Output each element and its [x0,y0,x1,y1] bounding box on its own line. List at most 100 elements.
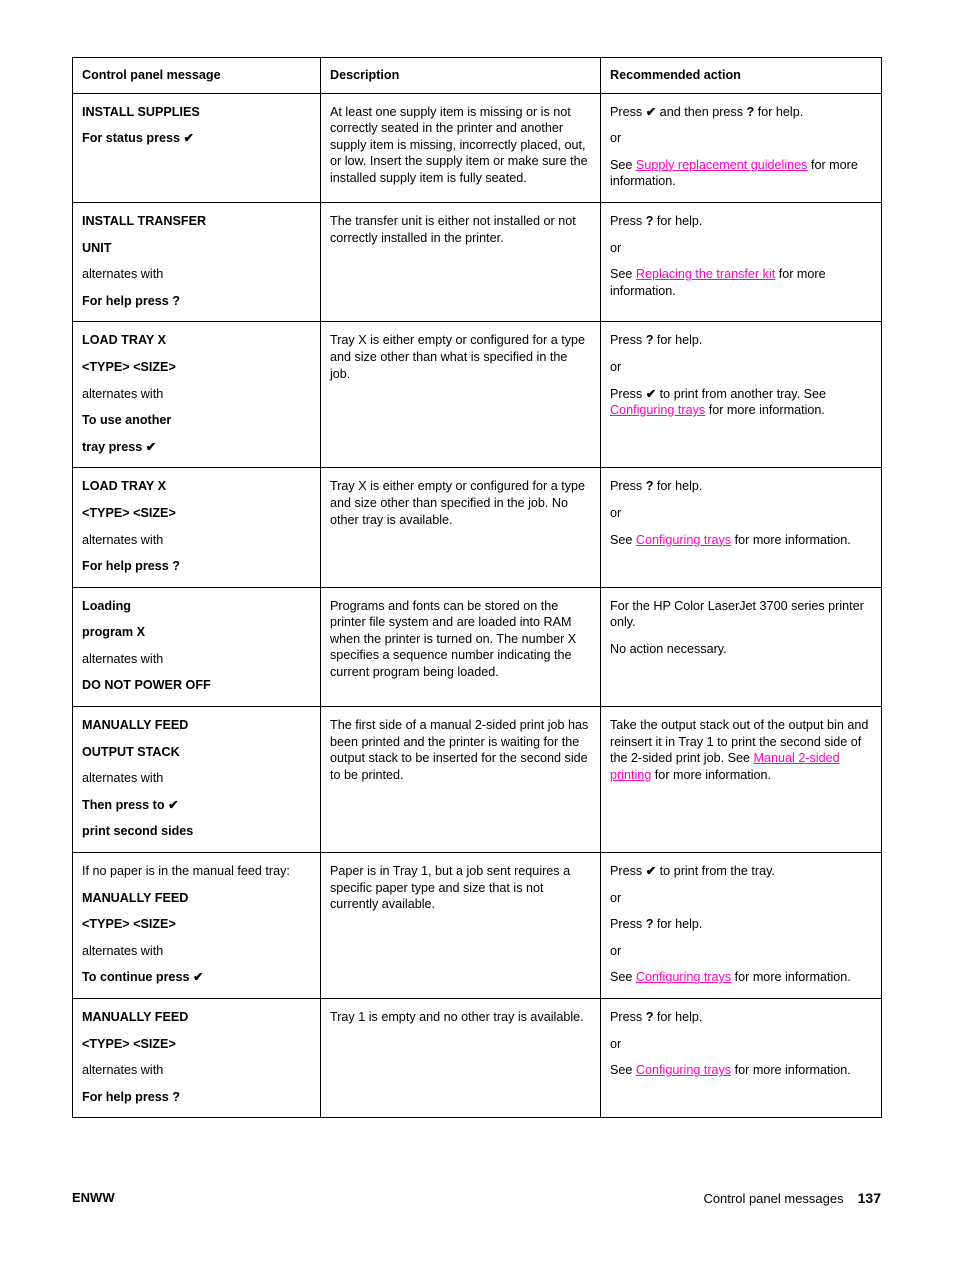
cross-reference-link[interactable]: Replacing the transfer kit [636,267,775,281]
cell-recommended-action: Press ✔ and then press ? for help. or See … [600,92,882,203]
page-footer: ENWW Control panel messages 137 [72,1190,881,1210]
table-row: If no paper is in the manual feed tray: M… [72,852,882,999]
footer-right-group: Control panel messages 137 [703,1190,881,1206]
alternates-label: alternates with [82,532,164,547]
help-question-icon: ? [746,104,755,119]
checkmark-icon: ✔ [168,797,179,812]
checkmark-icon: ✔ [193,970,204,985]
action-or-separator: or [610,240,622,255]
message-line: <TYPE> <SIZE> [82,359,176,374]
cell-description: Tray X is either empty or configured for… [320,467,601,588]
message-line: MANUALLY FEED [82,718,189,733]
table-header: Control panel message Description Recomm… [72,57,882,94]
cell-control-panel-message: LOAD TRAY X <TYPE> <SIZE> alternates with T… [72,321,321,469]
cross-reference-link[interactable]: Configuring trays [636,1063,731,1077]
message-line: INSTALL SUPPLIES [82,104,200,119]
action-paragraph: Press ? for help. [610,333,703,348]
control-panel-messages-table: Control panel message Description Recomm… [72,57,882,1119]
cell-control-panel-message: MANUALLY FEED OUTPUT STACK alternates with… [72,706,321,854]
cell-recommended-action: For the HP Color LaserJet 3700 series pr… [600,586,882,708]
action-paragraph: Press ? for help. [610,917,703,932]
message-line: <TYPE> <SIZE> [82,917,176,932]
help-question-icon: ? [645,1010,654,1024]
help-question-icon: ? [645,479,654,494]
message-line: For help press ? [82,293,180,308]
message-line: Loading [82,598,131,613]
action-or-separator: or [610,359,622,374]
column-header-description: Description [320,57,601,94]
description-text: The first side of a manual 2-sided print… [330,718,589,782]
table-header-row: Control panel message Description Recomm… [72,57,882,94]
action-paragraph: No action necessary. [610,641,727,656]
cell-control-panel-message: Loading program X alternates with DO NOT PO… [72,586,321,708]
alternates-label: alternates with [82,386,164,401]
cell-recommended-action: Press ? for help. or Press ✔ to print from… [600,321,882,469]
cross-reference-link[interactable]: Configuring trays [636,533,731,547]
cell-control-panel-message: MANUALLY FEED <TYPE> <SIZE> alternates wit… [72,997,321,1119]
cell-recommended-action: Take the output stack out of the output … [600,706,882,854]
action-paragraph-with-link: See Configuring trays for more informati… [610,970,851,985]
message-line: To continue press ✔ [82,970,204,985]
message-line: OUTPUT STACK [82,744,180,759]
cell-description: The first side of a manual 2-sided print… [320,706,601,854]
action-paragraph: Press ✔ and then press ? for help. [610,104,804,119]
help-question-icon: ? [645,333,654,348]
alternates-label: If no paper is in the manual feed tray: [82,864,290,879]
checkmark-icon: ✔ [183,131,194,146]
footer-locale-label: ENWW [72,1190,115,1205]
cell-recommended-action: Press ? for help. or See Configuring trays… [600,467,882,588]
alternates-label: alternates with [82,267,164,282]
cell-control-panel-message: LOAD TRAY X <TYPE> <SIZE> alternates with F… [72,467,321,588]
checkmark-icon: ✔ [645,864,657,879]
action-paragraph-with-link: See Configuring trays for more informati… [610,1063,851,1078]
help-question-icon: ? [645,917,654,932]
action-paragraph-with-link: See Replacing the transfer kit for more … [610,267,826,298]
cross-reference-link[interactable]: Supply replacement guidelines [636,158,808,172]
action-paragraph: Press ? for help. [610,213,703,228]
document-page: Control panel message Description Recomm… [0,0,954,1270]
footer-section-title: Control panel messages [703,1191,844,1206]
alternates-label: alternates with [82,1063,164,1078]
cell-description: Tray X is either empty or configured for… [320,321,601,469]
column-header-action: Recommended action [600,57,882,94]
message-line: UNIT [82,240,112,255]
cell-description: Tray 1 is empty and no other tray is ava… [320,997,601,1119]
action-paragraph: Press ? for help. [610,479,703,494]
help-question-icon: ? [645,213,654,228]
table-row: LOAD TRAY X <TYPE> <SIZE> alternates with T… [72,321,882,469]
message-line: For help press ? [82,1089,180,1104]
table-row: MANUALLY FEED OUTPUT STACK alternates with… [72,706,882,854]
message-line: Then press to ✔ [82,797,179,812]
table-body: INSTALL SUPPLIES For status press ✔ At lea… [72,92,882,1119]
cell-recommended-action: Press ? for help. or See Replacing the tra… [600,201,882,323]
cross-reference-link[interactable]: Manual 2-sided printing [610,751,840,782]
message-line: For status press ✔ [82,131,194,146]
cell-recommended-action: Press ✔ to print from the tray. or Press ?… [600,852,882,999]
alternates-label: alternates with [82,651,164,666]
table-row: Loading program X alternates with DO NOT PO… [72,586,882,708]
action-or-separator: or [610,943,622,958]
description-text: Programs and fonts can be stored on the … [330,598,577,680]
cross-reference-link[interactable]: Configuring trays [610,403,705,417]
table-row: LOAD TRAY X <TYPE> <SIZE> alternates with F… [72,467,882,588]
message-line: print second sides [82,824,194,839]
cell-control-panel-message: INSTALL SUPPLIES For status press ✔ [72,92,321,203]
table-row: INSTALL SUPPLIES For status press ✔ At lea… [72,92,882,203]
action-or-separator: or [610,1036,622,1051]
message-line: To use another [82,413,172,428]
message-line: INSTALL TRANSFER [82,213,207,228]
description-text: The transfer unit is either not installe… [330,213,576,245]
action-or-separator: or [610,890,622,905]
cross-reference-link[interactable]: Configuring trays [636,970,731,984]
description-text: Tray 1 is empty and no other tray is ava… [330,1010,584,1024]
action-or-separator: or [610,505,622,520]
action-paragraph: Press ✔ to print from the tray. [610,864,775,879]
action-paragraph-with-link: Press ✔ to print from another tray. See … [610,386,827,418]
cell-description: At least one supply item is missing or i… [320,92,601,203]
table-row: INSTALL TRANSFER UNIT alternates with For h… [72,201,882,323]
alternates-label: alternates with [82,771,164,786]
description-text: Tray X is either empty or configured for… [330,479,586,527]
help-question-icon: ? [172,293,180,308]
cell-recommended-action: Press ? for help. or See Configuring trays… [600,997,882,1119]
table-row: MANUALLY FEED <TYPE> <SIZE> alternates wit… [72,997,882,1119]
